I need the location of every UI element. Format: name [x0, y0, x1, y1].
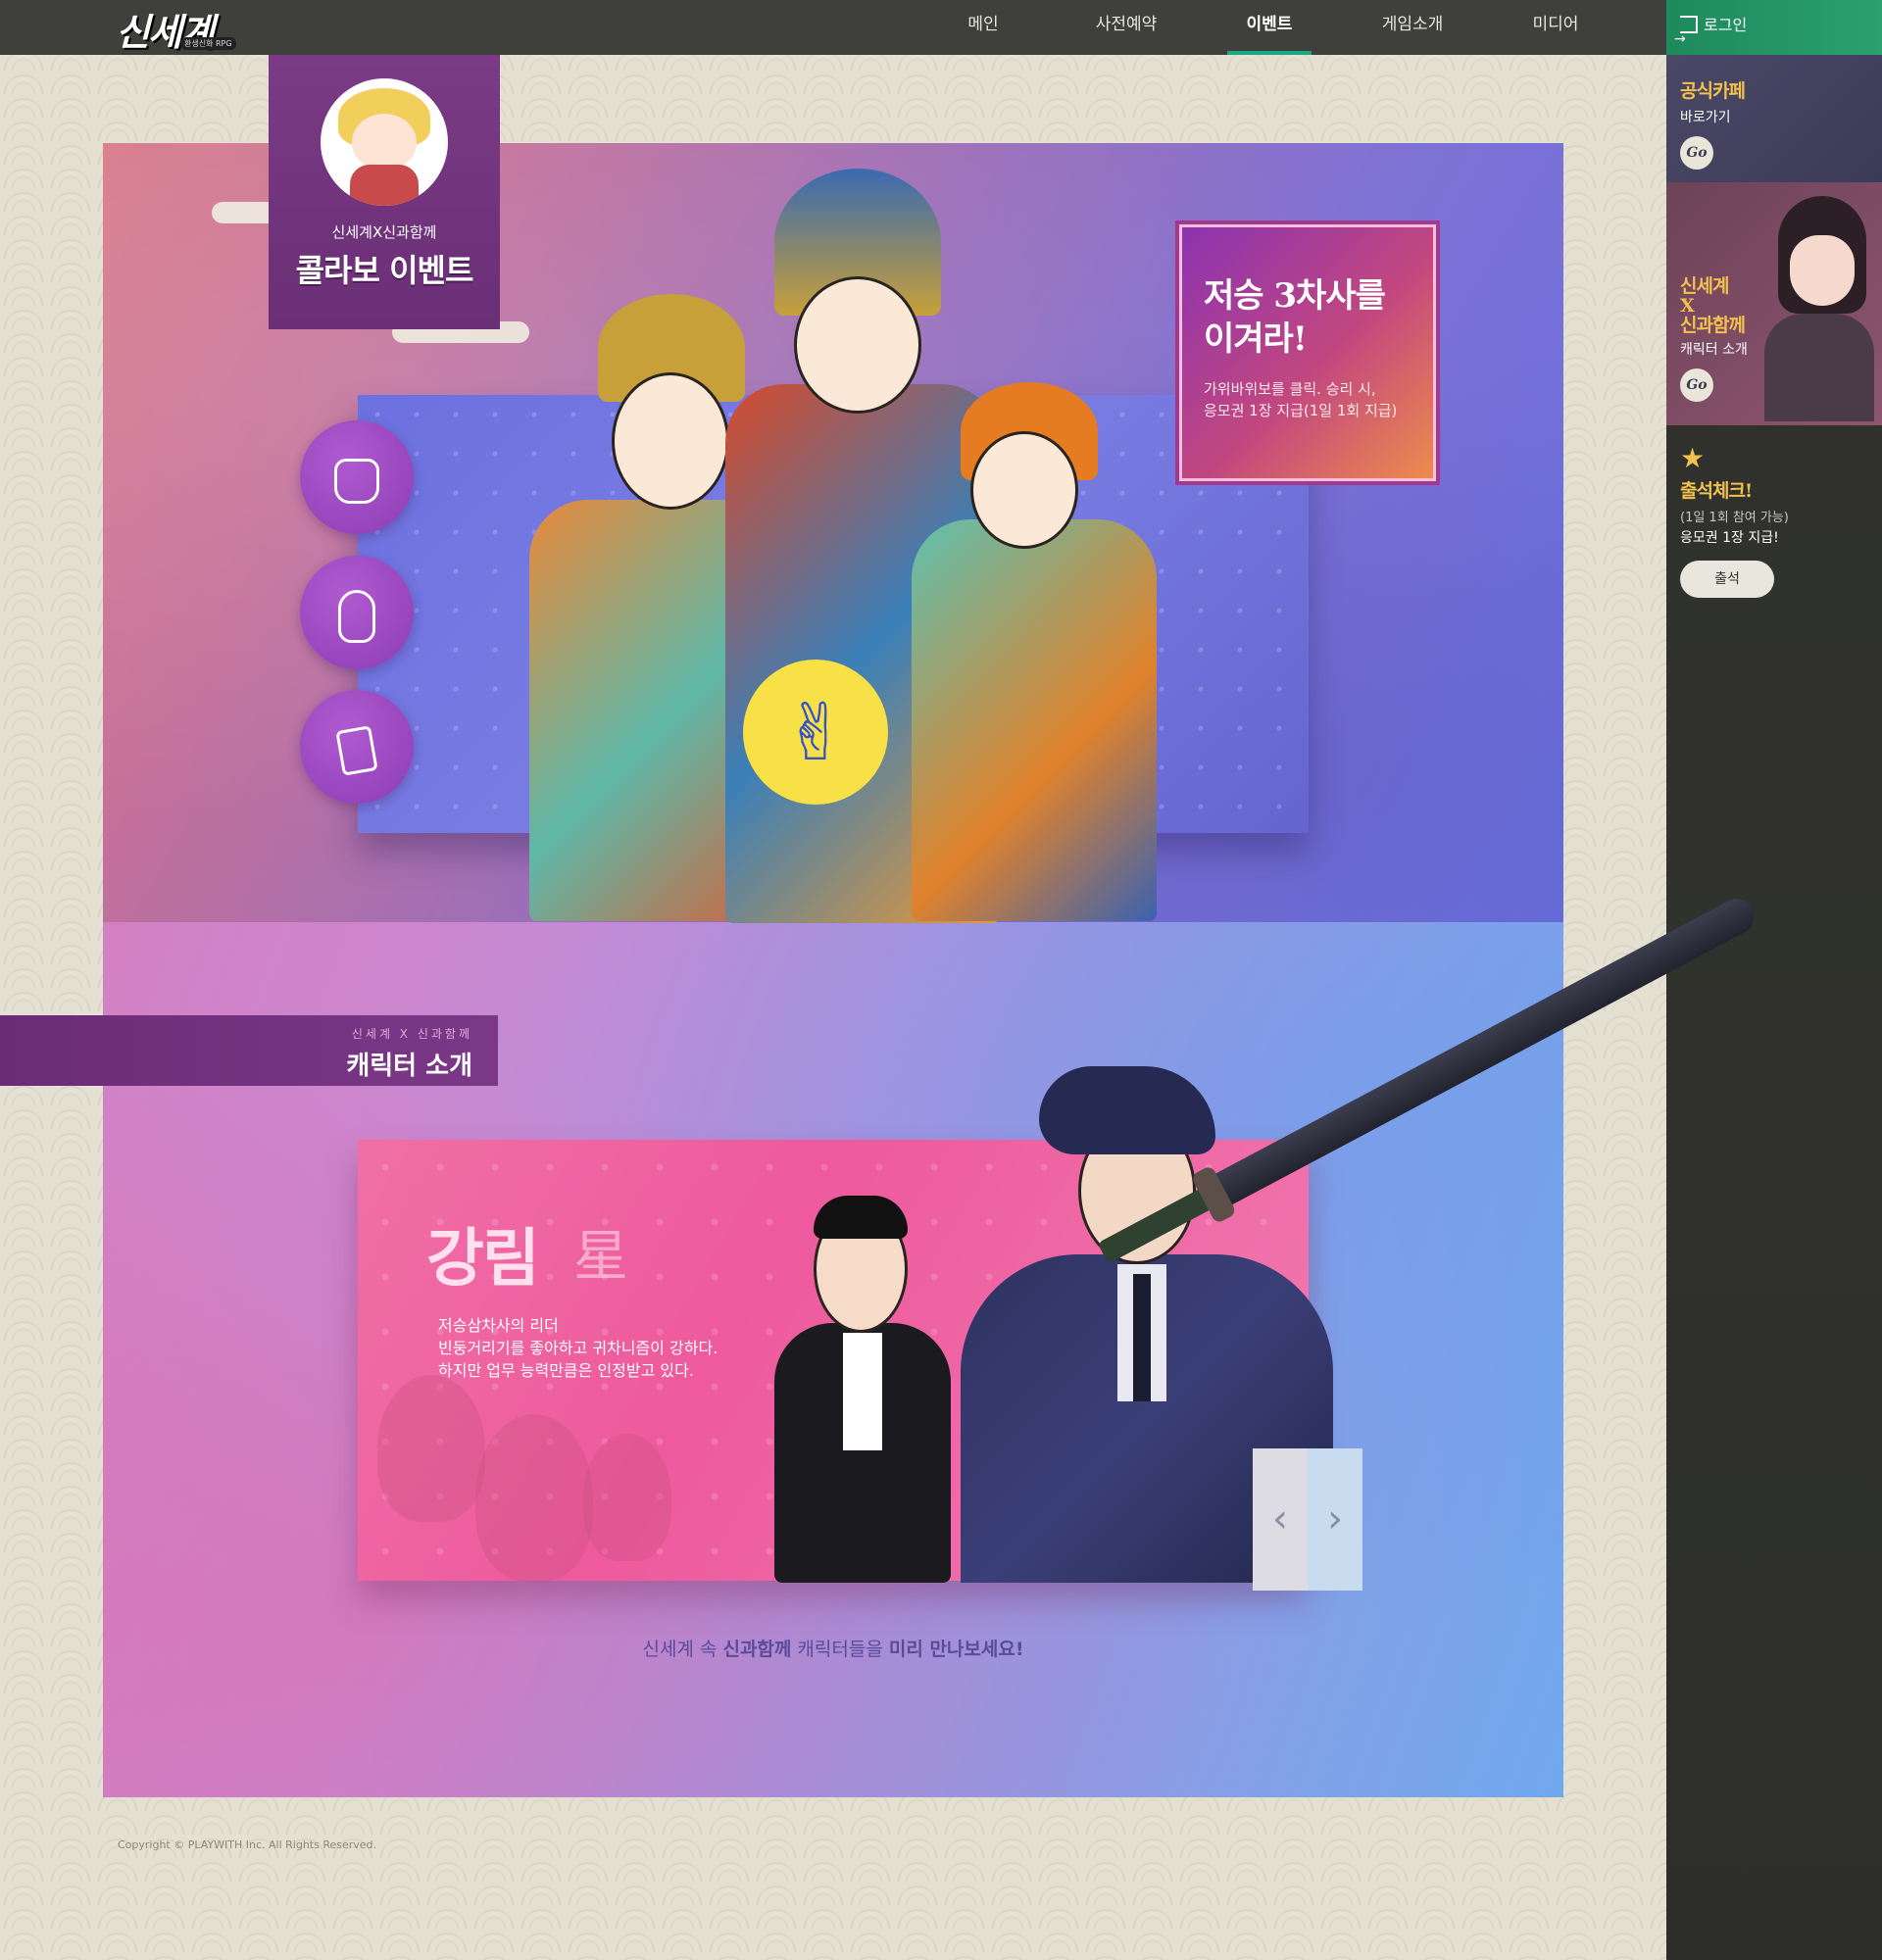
- nav-main[interactable]: 메인: [912, 0, 1055, 55]
- challenge-title: 저승 3차사를 이겨라!: [1204, 276, 1386, 359]
- challenge-description: 가위바위보를 클릭. 승리 시, 응모권 1장 지급(1일 1회 지급): [1204, 380, 1398, 419]
- cafe-go-button[interactable]: Go: [1680, 136, 1713, 170]
- login-button[interactable]: 로그인: [1666, 0, 1882, 65]
- chevron-right-icon: ›: [1327, 1496, 1343, 1542]
- challenge-box: 저승 3차사를 이겨라! 가위바위보를 클릭. 승리 시, 응모권 1장 지급(…: [1179, 224, 1436, 481]
- character-intro-title: 캐릭터 소개: [346, 1052, 472, 1081]
- main-nav: 메인 사전예약 이벤트 게임소개 미디어: [912, 0, 1627, 55]
- nav-preregister[interactable]: 사전예약: [1055, 0, 1198, 55]
- official-cafe-card: 공식카페 바로가기 Go: [1666, 55, 1882, 182]
- collab-go-button[interactable]: Go: [1680, 368, 1713, 402]
- mascot-avatar: [321, 78, 448, 206]
- paper-icon: [338, 589, 375, 643]
- logo-subtitle: 환생신화 RPG: [180, 37, 236, 50]
- character-description: 저승삼차사의 리더 빈둥거리기를 좋아하고 귀차니즘이 강하다. 하지만 업무 …: [438, 1316, 718, 1380]
- cafe-subtitle: 바로가기: [1680, 110, 1731, 125]
- rps-result-display[interactable]: ✌: [743, 660, 888, 805]
- logo[interactable]: 신세계 환생신화 RPG: [108, 4, 245, 54]
- scissors-icon: [335, 724, 378, 776]
- promo-emphasis: 미리 만나보세요!: [888, 1639, 1024, 1660]
- scissors-icon: ✌: [782, 686, 849, 778]
- rock-icon: [334, 458, 379, 504]
- top-navigation: 신세계 환생신화 RPG 메인 사전예약 이벤트 게임소개 미디어: [0, 0, 1666, 55]
- chevron-left-icon: ‹: [1272, 1496, 1288, 1542]
- attendance-title: 출석체크!: [1680, 480, 1753, 502]
- character-promo-text: 신세계 속 신과함께 캐릭터들을 미리 만나보세요!: [0, 1635, 1666, 1661]
- rock-button[interactable]: [300, 420, 414, 534]
- character-hanja: 星: [573, 1225, 628, 1289]
- event-badge-title: 콜라보 이벤트: [295, 252, 474, 289]
- character-name: 강림: [426, 1222, 540, 1296]
- slider-next-button[interactable]: ›: [1308, 1448, 1362, 1591]
- paper-button[interactable]: [300, 556, 414, 669]
- attendance-note: (1일 1회 참여 가능): [1680, 511, 1789, 525]
- character-intro-label: 신세계 X 신과함께 캐릭터 소개: [0, 1015, 498, 1086]
- character-intro-subtitle: 신세계 X 신과함께: [351, 1027, 472, 1041]
- nav-media[interactable]: 미디어: [1484, 0, 1627, 55]
- nav-game-intro[interactable]: 게임소개: [1341, 0, 1484, 55]
- collab-subtitle: 캐릭터 소개: [1680, 342, 1748, 358]
- nav-event[interactable]: 이벤트: [1198, 0, 1341, 55]
- background-art: [475, 1414, 593, 1581]
- background-art: [377, 1375, 485, 1522]
- attendance-button[interactable]: 출석: [1680, 561, 1774, 598]
- copyright: Copyright © PLAYWITH Inc. All Rights Res…: [118, 1838, 377, 1851]
- attendance-reward: 응모권 1장 지급!: [1680, 530, 1779, 546]
- login-icon: [1674, 14, 1698, 65]
- attendance-check: ★ 출석체크! (1일 1회 참여 가능) 응모권 1장 지급! 출석: [1666, 425, 1882, 602]
- character-illustration-deokchun: [902, 382, 1166, 921]
- collab-title-line3: 신과함께: [1680, 315, 1746, 336]
- promo-text: 신세계 속: [642, 1639, 723, 1660]
- scissors-button[interactable]: [300, 690, 414, 804]
- star-icon: ★: [1680, 442, 1706, 474]
- slider-prev-button[interactable]: ‹: [1253, 1448, 1308, 1591]
- cafe-title: 공식카페: [1680, 80, 1746, 102]
- login-label: 로그인: [1704, 16, 1748, 34]
- background-art: [583, 1434, 671, 1561]
- character-illustration-gangrim-webtoon: [765, 1176, 961, 1583]
- collab-title-line2: X: [1680, 295, 1695, 317]
- promo-emphasis: 신과함께: [722, 1639, 792, 1660]
- event-badge: 신세계X신과함께 콜라보 이벤트: [269, 55, 500, 329]
- right-sidebar: 로그인 공식카페 바로가기 Go 신세계 X 신과함께 캐릭터 소개 Go ★ …: [1666, 0, 1882, 1960]
- collab-character-card: 신세계 X 신과함께 캐릭터 소개 Go: [1666, 182, 1882, 425]
- promo-text: 캐릭터들을: [791, 1639, 889, 1660]
- collab-title-line1: 신세계: [1680, 275, 1729, 297]
- event-badge-subtitle: 신세계X신과함께: [331, 223, 437, 241]
